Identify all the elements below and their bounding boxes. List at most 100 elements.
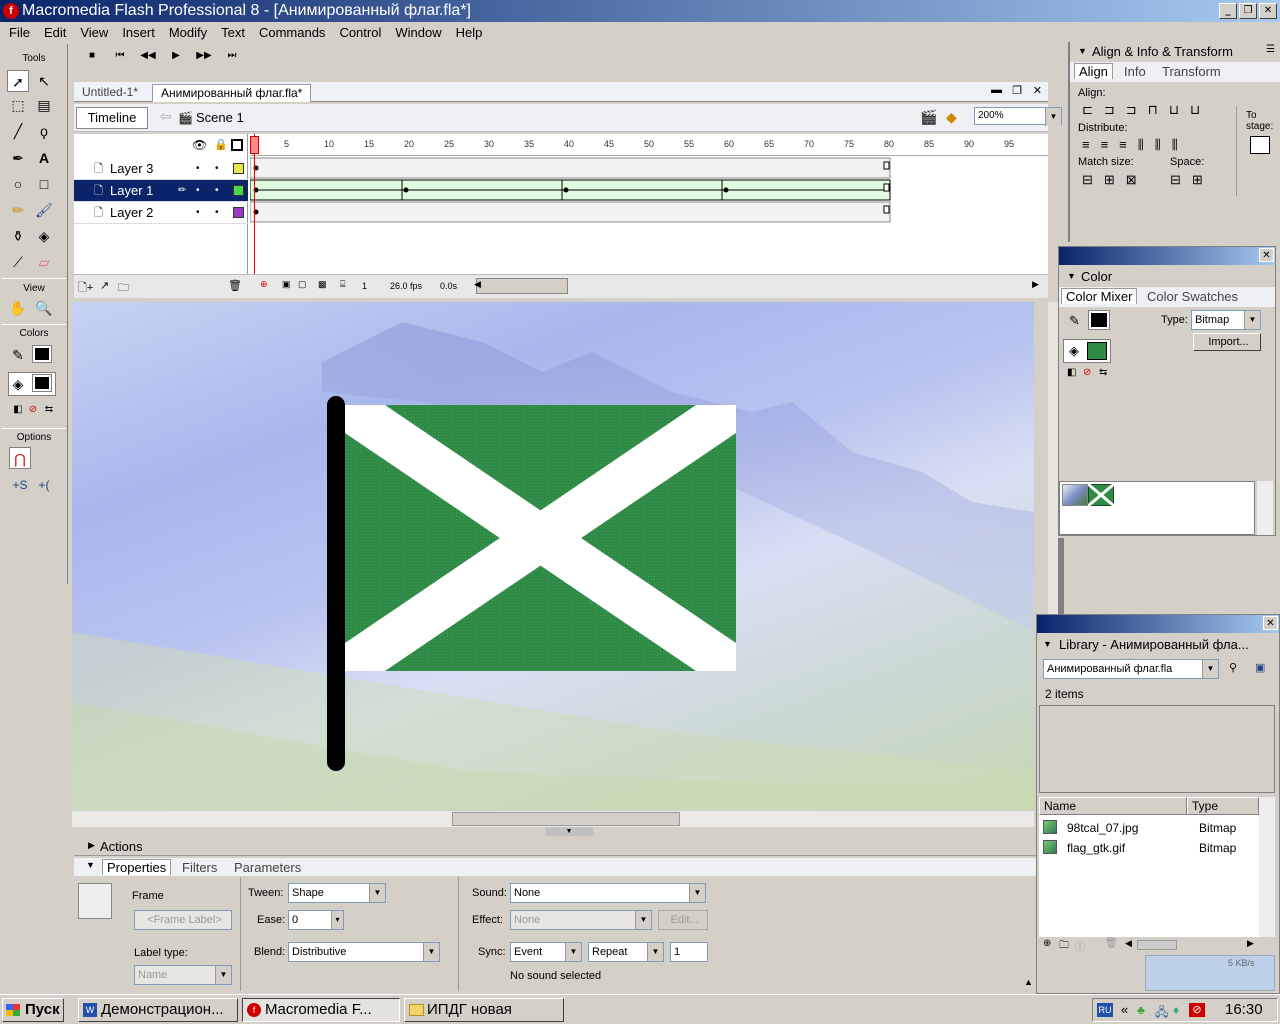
layer-color-box[interactable] [233,163,244,174]
timeline-scroll-thumb[interactable] [476,278,568,294]
playhead[interactable] [254,134,255,274]
onion-skin-icon[interactable]: ▣ [282,279,291,290]
doc-minimize-icon[interactable]: ▬ [991,84,1002,96]
timeline-toggle-button[interactable]: Timeline [76,107,148,129]
lock-dot[interactable]: • [215,180,219,202]
selection-tool-icon[interactable]: ➚ [7,70,29,92]
scroll-left-icon[interactable]: ◀ [474,279,481,290]
flag-pole[interactable] [327,396,345,771]
delete-icon[interactable]: 🗑 [1105,938,1118,949]
add-layer-icon[interactable]: 🗋+ [78,279,93,298]
ease-input[interactable]: 0 ▾ [288,910,344,930]
fill-type-select[interactable]: Bitmap ▼ [1191,310,1261,330]
collapse-arrow-icon[interactable]: ▼ [1067,271,1076,281]
match-size-icons[interactable]: ⊟⊞⊠ [1082,172,1148,188]
bitmap-thumb-flag[interactable] [1088,484,1114,506]
scroll-thumb[interactable] [452,812,680,826]
close-icon[interactable]: ✕ [1263,616,1278,630]
close-icon[interactable]: ✕ [1259,248,1274,262]
tray-app-icon[interactable]: ♣ [1137,1003,1145,1017]
tween-select[interactable]: Shape ▼ [288,883,386,903]
swap-colors-icon[interactable]: ⇆ [1099,367,1107,378]
start-button[interactable]: Пуск [2,998,64,1022]
show-hide-layers-icon[interactable]: 👁 [192,138,207,152]
to-stage-button[interactable] [1250,136,1270,154]
visibility-dot[interactable]: • [196,202,200,224]
flag[interactable] [345,405,736,671]
scroll-left-icon[interactable]: ◀ [1125,938,1132,949]
taskbar-flash[interactable]: f Macromedia F... [242,998,400,1022]
edit-scene-icon[interactable]: 🎬 [920,109,937,126]
delete-layer-icon[interactable]: 🗑 [228,279,242,292]
library-panel-title[interactable]: Library - Анимированный фла... [1037,635,1279,655]
space-icons[interactable]: ⊟⊞ [1170,172,1214,188]
tab-untitled-1[interactable]: Untitled-1* [74,84,146,102]
sound-select[interactable]: None ▼ [510,883,706,903]
panel-options-icon[interactable]: ☰ [1266,44,1275,55]
layer-color-box[interactable] [233,185,244,196]
visibility-dot[interactable]: • [196,158,200,180]
tab-transform[interactable]: Transform [1162,64,1221,79]
straighten-icon[interactable]: +( [33,474,55,496]
lasso-tool-icon[interactable]: ϙ [33,120,55,142]
play-icon[interactable]: ▶ [162,50,190,61]
blend-select[interactable]: Distributive ▼ [288,942,440,962]
align-icons[interactable]: ⊏⊐⊐⊓⊔⊔ [1082,102,1211,118]
tab-animated-flag[interactable]: Анимированный флаг.fla* [152,84,312,102]
tab-color-mixer[interactable]: Color Mixer [1061,288,1138,304]
properties-icon[interactable]: ⓘ [1075,938,1085,953]
new-folder-icon[interactable]: 🗀 [1059,938,1069,955]
eyedropper-tool-icon[interactable]: ⟋ [7,251,29,273]
tab-properties[interactable]: Properties [102,859,172,875]
pencil-tool-icon[interactable]: ✏ [7,199,29,221]
menu-file[interactable]: File [2,25,37,40]
edit-multiple-frames-icon[interactable]: ▩ [318,279,327,290]
repeat-count-input[interactable]: 1 [670,942,708,962]
go-to-end-icon[interactable]: ⏭ [218,50,246,61]
layer-row[interactable]: 🗋 Layer 3 • • [74,158,248,180]
swap-colors-icon[interactable]: ⇆ [38,399,60,421]
sync-select[interactable]: Event ▼ [510,942,582,962]
tab-info[interactable]: Info [1124,64,1146,79]
menu-edit[interactable]: Edit [37,25,73,40]
repeat-select[interactable]: Repeat ▼ [588,942,664,962]
lock-dot[interactable]: • [215,158,219,180]
column-name-header[interactable]: Name [1039,797,1187,815]
stroke-color-swatch[interactable] [1088,310,1110,330]
close-button[interactable]: ✕ [1259,3,1277,19]
menu-window[interactable]: Window [388,25,448,40]
menu-insert[interactable]: Insert [115,25,162,40]
menu-modify[interactable]: Modify [162,25,214,40]
bitmap-thumb-landscape[interactable] [1062,484,1088,506]
smooth-icon[interactable]: +S [9,474,31,496]
edit-sound-button[interactable]: Edit... [658,910,708,930]
add-guide-layer-icon[interactable]: ↗ [100,279,109,292]
doc-close-icon[interactable]: ✕ [1033,84,1042,97]
onion-markers-icon[interactable]: ⌸ [340,279,345,290]
library-scrollbar[interactable] [1259,797,1275,951]
frame-ruler[interactable]: 15101520253035404550556065707580859095 [250,134,1048,156]
fill-color-swatch[interactable] [32,374,52,392]
edit-symbols-icon[interactable]: ◆ [946,109,957,126]
outline-layers-icon[interactable] [231,139,243,151]
oval-tool-icon[interactable]: ○ [7,173,29,195]
lock-layers-icon[interactable]: 🔒 [214,138,228,151]
stop-icon[interactable]: ■ [78,50,106,61]
distribute-icons[interactable]: ≡≡≡⫼⫼⫼ [1082,137,1189,153]
menu-view[interactable]: View [73,25,115,40]
black-white-icon[interactable]: ◧ [1067,367,1076,378]
tray-expand-icon[interactable]: « [1121,1002,1128,1017]
tab-color-swatches[interactable]: Color Swatches [1147,289,1238,304]
text-tool-icon[interactable]: A [33,147,55,169]
playhead-marker[interactable] [250,136,259,154]
collapse-arrow-icon[interactable]: ▼ [1043,639,1052,649]
library-item[interactable]: flag_gtk.gif Bitmap [1039,838,1259,858]
line-tool-icon[interactable]: ╱ [7,120,29,142]
layer-row[interactable]: 🗋 Layer 1 ✏ • • [74,180,248,202]
scroll-right-icon[interactable]: ▶ [1247,938,1254,949]
frame-label-input[interactable]: <Frame Label> [134,910,232,930]
pen-tool-icon[interactable]: ✒ [7,147,29,169]
hand-tool-icon[interactable]: ✋ [7,297,29,319]
bitmap-list[interactable] [1059,481,1255,535]
step-forward-icon[interactable]: ▶▶ [190,50,218,61]
